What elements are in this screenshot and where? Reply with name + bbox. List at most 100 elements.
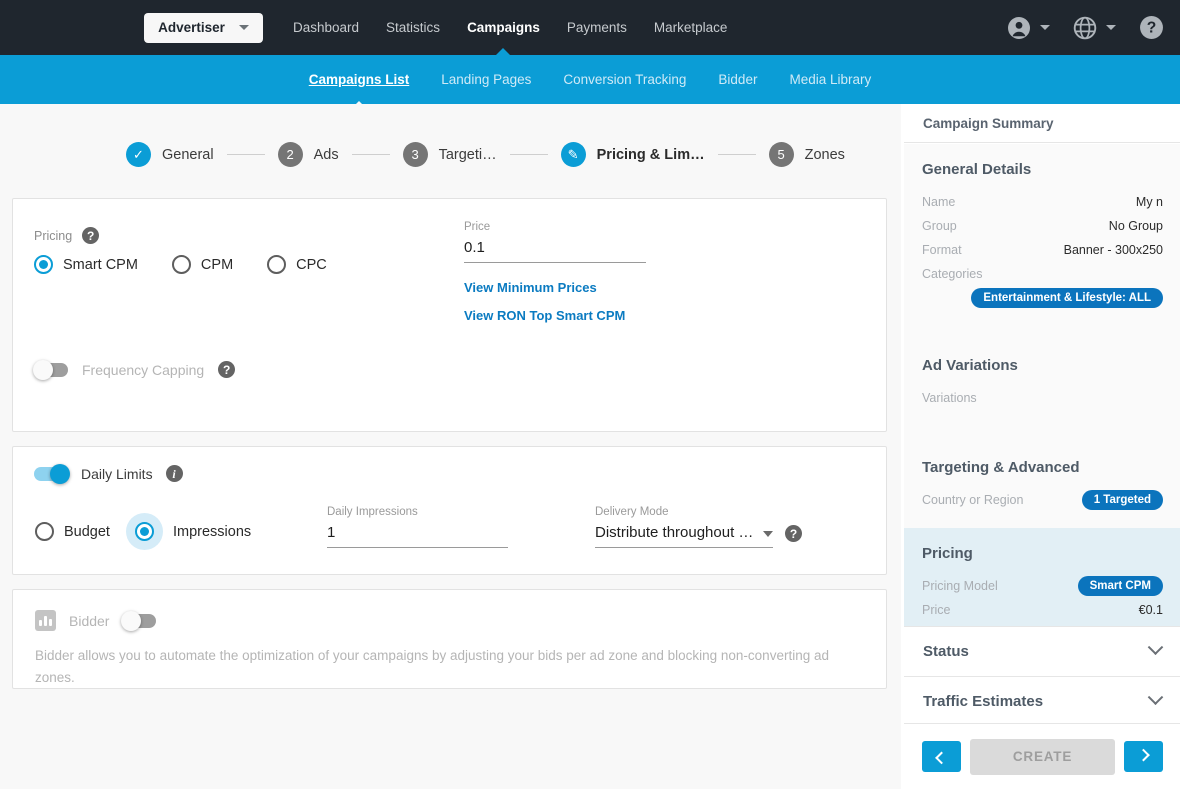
nav-item-campaigns[interactable]: Campaigns xyxy=(467,2,540,54)
pricing-option-smart-cpm-label: Smart CPM xyxy=(63,257,138,273)
subnav-item-conversion-tracking[interactable]: Conversion Tracking xyxy=(558,58,691,101)
campaign-wizard-stepper: ✓ General 2 Ads 3 Targeti… ✎ Pricing & L… xyxy=(0,104,901,167)
summary-row-categories: Categories xyxy=(922,262,1163,286)
pricing-option-smart-cpm[interactable]: Smart CPM xyxy=(34,255,138,274)
category-badge: Entertainment & Lifestyle: ALL xyxy=(971,288,1163,308)
radio-impressions[interactable] xyxy=(135,522,154,541)
account-chevron-down-icon[interactable] xyxy=(1040,25,1050,30)
nav-item-statistics[interactable]: Statistics xyxy=(386,2,440,54)
create-button[interactable]: CREATE xyxy=(970,739,1115,775)
daily-impressions-label: Daily Impressions xyxy=(327,506,508,518)
step-pricing-and-limits[interactable]: ✎ Pricing & Lim… xyxy=(561,142,705,167)
budget-option-label: Budget xyxy=(64,524,110,540)
advertiser-account-switcher[interactable]: Advertiser xyxy=(144,13,263,43)
sidebar-section-general-details: General Details Name My n Group No Group… xyxy=(904,144,1180,314)
view-ron-top-smart-cpm-link[interactable]: View RON Top Smart CPM xyxy=(464,308,625,323)
daily-limits-info-icon[interactable]: i xyxy=(166,465,183,482)
frequency-capping-label: Frequency Capping xyxy=(82,362,204,378)
chevron-left-icon xyxy=(935,752,948,765)
bidder-toggle[interactable] xyxy=(122,614,156,628)
pricing-option-cpm-label: CPM xyxy=(201,257,233,273)
previous-step-button[interactable] xyxy=(922,741,961,772)
bidder-label: Bidder xyxy=(69,613,109,629)
step-ads[interactable]: 2 Ads xyxy=(278,142,339,167)
nav-item-payments[interactable]: Payments xyxy=(567,2,627,54)
next-step-button[interactable] xyxy=(1124,741,1163,772)
help-icon[interactable]: ? xyxy=(1139,15,1164,40)
radio-impressions-halo xyxy=(126,513,163,550)
step-divider xyxy=(352,154,390,155)
sidebar-section-ad-variations: Ad Variations Variations xyxy=(904,340,1180,416)
delivery-mode-label: Delivery Mode xyxy=(595,506,773,518)
nav-item-dashboard[interactable]: Dashboard xyxy=(293,2,359,54)
pricing-option-cpm[interactable]: CPM xyxy=(172,255,233,274)
topbar-right-controls: ? xyxy=(1007,15,1164,40)
general-details-heading: General Details xyxy=(922,161,1163,178)
view-minimum-prices-link[interactable]: View Minimum Prices xyxy=(464,280,597,295)
summary-key-name: Name xyxy=(922,195,955,209)
daily-impressions-input[interactable] xyxy=(327,524,508,548)
delivery-mode-value: Distribute throughout the … xyxy=(595,524,755,541)
radio-cpc[interactable] xyxy=(267,255,286,274)
step-zones-label: Zones xyxy=(805,147,845,163)
budget-type-option-impressions[interactable]: Impressions xyxy=(126,513,251,550)
step-targeting[interactable]: 3 Targeti… xyxy=(403,142,497,167)
step-zones-marker: 5 xyxy=(769,142,794,167)
radio-cpm[interactable] xyxy=(172,255,191,274)
daily-limits-toggle[interactable] xyxy=(34,467,68,481)
bar-chart-icon xyxy=(35,610,56,631)
pricing-option-cpc[interactable]: CPC xyxy=(267,255,327,274)
sidebar-section-pricing: Pricing Pricing Model Smart CPM Price €0… xyxy=(904,528,1180,626)
summary-value-name: My n xyxy=(1136,195,1163,209)
step-general[interactable]: ✓ General xyxy=(126,142,214,167)
wizard-action-bar: CREATE xyxy=(904,723,1180,789)
sidebar-title: Campaign Summary xyxy=(904,104,1180,143)
account-icon[interactable] xyxy=(1007,16,1031,40)
pricing-help-icon[interactable]: ? xyxy=(82,227,99,244)
radio-smart-cpm[interactable] xyxy=(34,255,53,274)
summary-row-group: Group No Group xyxy=(922,214,1163,238)
summary-value-format: Banner - 300x250 xyxy=(1064,243,1163,257)
secondary-nav-bar: Campaigns List Landing Pages Conversion … xyxy=(0,55,1180,104)
step-divider xyxy=(718,154,756,155)
summary-value-group: No Group xyxy=(1109,219,1163,233)
price-input[interactable] xyxy=(464,239,646,263)
sidebar-spacer xyxy=(904,416,1180,442)
language-chevron-down-icon[interactable] xyxy=(1106,25,1116,30)
nav-item-marketplace[interactable]: Marketplace xyxy=(654,2,728,54)
frequency-capping-toggle[interactable] xyxy=(34,363,68,377)
sidebar-accordion-status[interactable]: Status xyxy=(904,626,1180,676)
subnav-item-media-library[interactable]: Media Library xyxy=(784,58,876,101)
status-accordion-label: Status xyxy=(923,643,969,660)
subnav-item-bidder[interactable]: Bidder xyxy=(713,58,762,101)
sidebar-section-targeting-advanced: Targeting & Advanced Country or Region 1… xyxy=(904,442,1180,528)
sidebar-spacer xyxy=(904,314,1180,340)
step-zones[interactable]: 5 Zones xyxy=(769,142,845,167)
top-navigation-bar: Advertiser Dashboard Statistics Campaign… xyxy=(0,0,1180,55)
budget-type-option-budget[interactable]: Budget xyxy=(35,522,110,541)
summary-value-price: €0.1 xyxy=(1139,603,1163,617)
step-general-marker: ✓ xyxy=(126,142,151,167)
pricing-option-cpc-label: CPC xyxy=(296,257,327,273)
delivery-mode-field: Delivery Mode Distribute throughout the … xyxy=(595,506,773,548)
daily-impressions-field: Daily Impressions xyxy=(327,506,508,548)
delivery-mode-help-icon[interactable]: ? xyxy=(785,525,802,542)
frequency-capping-help-icon[interactable]: ? xyxy=(218,361,235,378)
subnav-item-campaigns-list[interactable]: Campaigns List xyxy=(304,58,415,101)
summary-row-country-or-region: Country or Region 1 Targeted xyxy=(922,488,1163,512)
daily-limits-card: Daily Limits i Budget Impressions Daily … xyxy=(12,446,887,575)
delivery-mode-select[interactable]: Distribute throughout the … xyxy=(595,524,773,548)
pricing-summary-heading: Pricing xyxy=(922,545,1163,562)
subnav-item-landing-pages[interactable]: Landing Pages xyxy=(436,58,536,101)
globe-icon[interactable] xyxy=(1073,16,1097,40)
ad-variations-heading: Ad Variations xyxy=(922,357,1163,374)
radio-budget[interactable] xyxy=(35,522,54,541)
chevron-down-icon xyxy=(1148,639,1164,655)
summary-key-variations: Variations xyxy=(922,391,977,405)
sidebar-scroll-area[interactable]: General Details Name My n Group No Group… xyxy=(904,144,1180,626)
country-targeted-badge: 1 Targeted xyxy=(1082,490,1163,510)
pricing-label: Pricing xyxy=(34,229,72,243)
sidebar-accordion-traffic-estimates[interactable]: Traffic Estimates xyxy=(904,676,1180,726)
step-ads-marker: 2 xyxy=(278,142,303,167)
summary-row-variations: Variations xyxy=(922,386,1163,410)
